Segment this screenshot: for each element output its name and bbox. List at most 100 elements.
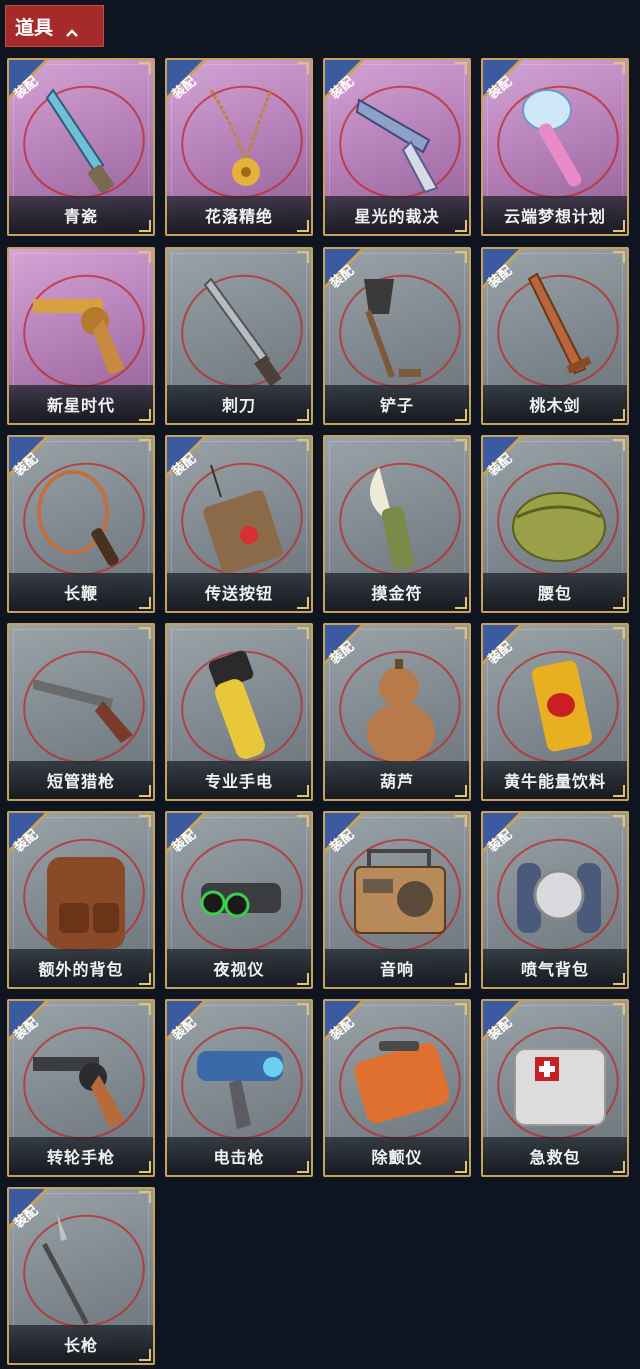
item-card[interactable]: 装配 除颤仪 [323, 999, 471, 1177]
equipped-badge: 装配 [483, 249, 535, 301]
item-name: 长鞭 [9, 573, 153, 611]
corner-ornament [139, 251, 151, 263]
item-card[interactable]: 装配 云端梦想计划 [481, 58, 629, 236]
corner-ornament [139, 627, 151, 639]
corner-ornament [139, 439, 151, 451]
equipped-badge: 装配 [325, 249, 377, 301]
corner-ornament [455, 1003, 467, 1015]
item-card[interactable]: 摸金符 [323, 435, 471, 613]
item-name: 转轮手枪 [9, 1137, 153, 1175]
items-category-title: 道具 [15, 16, 54, 39]
corner-ornament [139, 597, 151, 609]
equipped-badge: 装配 [9, 1189, 61, 1241]
item-card[interactable]: 装配 音响 [323, 811, 471, 989]
equipped-badge: 装配 [325, 625, 377, 677]
corner-ornament [613, 627, 625, 639]
corner-ornament [139, 785, 151, 797]
item-name: 短管猎枪 [9, 761, 153, 799]
items-category-tab[interactable]: 道具 [5, 5, 104, 47]
item-card[interactable]: 装配 长鞭 [7, 435, 155, 613]
item-card[interactable]: 装配 额外的背包 [7, 811, 155, 989]
corner-ornament [297, 1003, 309, 1015]
corner-ornament [455, 62, 467, 74]
item-card[interactable]: 装配 腰包 [481, 435, 629, 613]
item-card[interactable]: 装配 传送按钮 [165, 435, 313, 613]
item-card[interactable]: 装配 青瓷 [7, 58, 155, 236]
equipped-badge: 装配 [9, 1001, 61, 1053]
item-name: 摸金符 [325, 573, 469, 611]
corner-ornament [613, 220, 625, 232]
item-card[interactable]: 装配 黄牛能量饮料 [481, 623, 629, 801]
corner-ornament [297, 409, 309, 421]
corner-ornament [139, 1191, 151, 1203]
equipped-badge: 装配 [483, 625, 535, 677]
equipped-badge: 装配 [167, 1001, 219, 1053]
equipped-badge: 装配 [325, 1001, 377, 1053]
corner-ornament [139, 62, 151, 74]
corner-ornament [613, 251, 625, 263]
item-card[interactable]: 装配 桃木剑 [481, 247, 629, 425]
corner-ornament [297, 439, 309, 451]
item-card[interactable]: 装配 花落精绝 [165, 58, 313, 236]
corner-ornament [297, 785, 309, 797]
item-card[interactable]: 新星时代 [7, 247, 155, 425]
item-name: 星光的裁决 [325, 196, 469, 234]
corner-ornament [613, 439, 625, 451]
corner-ornament [139, 973, 151, 985]
bayonet-icon [191, 269, 291, 389]
corner-ornament [139, 409, 151, 421]
corner-ornament [139, 220, 151, 232]
item-name: 急救包 [483, 1137, 627, 1175]
corner-ornament [613, 409, 625, 421]
item-card[interactable]: 装配 铲子 [323, 247, 471, 425]
item-name: 葫芦 [325, 761, 469, 799]
equipped-badge: 装配 [325, 60, 377, 112]
corner-ornament [455, 1161, 467, 1173]
gold-revolver-icon [33, 269, 133, 389]
equipped-badge: 装配 [9, 813, 61, 865]
item-card[interactable]: 装配 转轮手枪 [7, 999, 155, 1177]
equipped-badge: 装配 [483, 60, 535, 112]
corner-ornament [455, 409, 467, 421]
corner-ornament [455, 973, 467, 985]
equipped-badge: 装配 [167, 437, 219, 489]
corner-ornament [613, 597, 625, 609]
equipped-badge: 装配 [167, 813, 219, 865]
corner-ornament [139, 1003, 151, 1015]
corner-ornament [455, 597, 467, 609]
item-card[interactable]: 装配 电击枪 [165, 999, 313, 1177]
corner-ornament [139, 1161, 151, 1173]
equipped-badge: 装配 [483, 813, 535, 865]
talisman-icon [349, 457, 449, 577]
corner-ornament [139, 815, 151, 827]
corner-ornament [297, 627, 309, 639]
item-card[interactable]: 装配 夜视仪 [165, 811, 313, 989]
item-name: 刺刀 [167, 385, 311, 423]
item-name: 专业手电 [167, 761, 311, 799]
flashlight-icon [191, 645, 291, 765]
corner-ornament [297, 597, 309, 609]
equipped-badge: 装配 [167, 60, 219, 112]
item-card[interactable]: 装配 喷气背包 [481, 811, 629, 989]
corner-ornament [297, 1161, 309, 1173]
item-card[interactable]: 短管猎枪 [7, 623, 155, 801]
corner-ornament [455, 251, 467, 263]
corner-ornament [297, 815, 309, 827]
corner-ornament [297, 251, 309, 263]
item-card[interactable]: 装配 星光的裁决 [323, 58, 471, 236]
item-card[interactable]: 装配 急救包 [481, 999, 629, 1177]
item-name: 云端梦想计划 [483, 196, 627, 234]
equipped-badge: 装配 [483, 437, 535, 489]
corner-ornament [297, 973, 309, 985]
item-name: 额外的背包 [9, 949, 153, 987]
item-card[interactable]: 装配 葫芦 [323, 623, 471, 801]
item-card[interactable]: 刺刀 [165, 247, 313, 425]
corner-ornament [455, 785, 467, 797]
item-card[interactable]: 专业手电 [165, 623, 313, 801]
corner-ornament [613, 973, 625, 985]
corner-ornament [455, 439, 467, 451]
equipped-badge: 装配 [483, 1001, 535, 1053]
item-name: 黄牛能量饮料 [483, 761, 627, 799]
item-card[interactable]: 装配 长枪 [7, 1187, 155, 1365]
item-name: 长枪 [9, 1325, 153, 1363]
